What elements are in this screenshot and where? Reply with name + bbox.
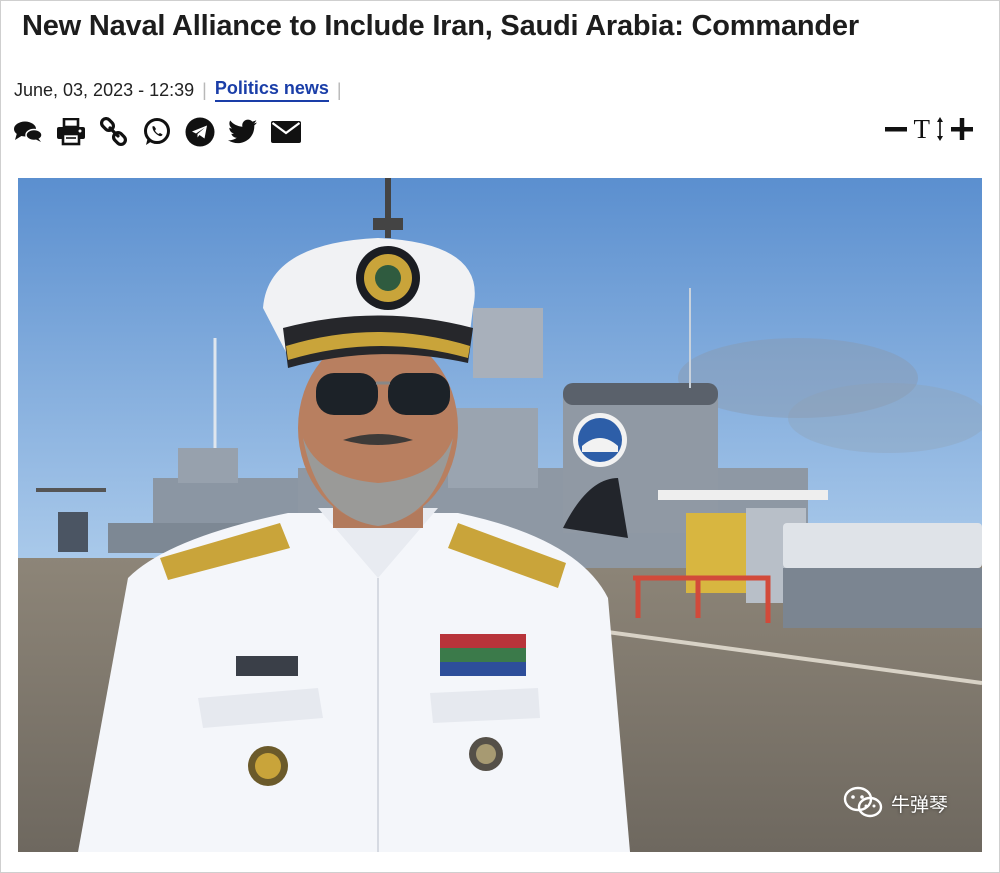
watermark: 牛弹琴 <box>843 786 948 820</box>
comment-icon[interactable] <box>12 116 44 148</box>
article-photo: 牛弹琴 <box>18 178 982 852</box>
watermark-text: 牛弹琴 <box>890 794 948 816</box>
naval-commander-photo <box>18 178 982 852</box>
font-size-arrows-icon <box>937 117 943 141</box>
link-icon[interactable] <box>98 116 130 148</box>
article-title: New Naval Alliance to Include Iran, Saud… <box>22 10 859 42</box>
meta-separator-end: | <box>336 79 342 100</box>
print-icon[interactable] <box>55 116 87 148</box>
font-size-controls: T <box>884 114 975 144</box>
whatsapp-icon[interactable] <box>141 116 173 148</box>
article-meta: June, 03, 2023 - 12:39 | Politics news | <box>14 78 350 102</box>
meta-separator: | <box>202 79 207 100</box>
share-toolbar <box>12 116 313 148</box>
email-icon[interactable] <box>270 116 302 148</box>
article-date: June, 03, 2023 - 12:39 <box>14 79 195 100</box>
decrease-font-icon[interactable] <box>884 117 908 141</box>
telegram-icon[interactable] <box>184 116 216 148</box>
wechat-icon <box>843 786 883 818</box>
font-size-label: T <box>913 114 931 144</box>
twitter-icon[interactable] <box>227 116 259 148</box>
increase-font-icon[interactable] <box>950 117 974 141</box>
category-link[interactable]: Politics news <box>214 78 329 102</box>
